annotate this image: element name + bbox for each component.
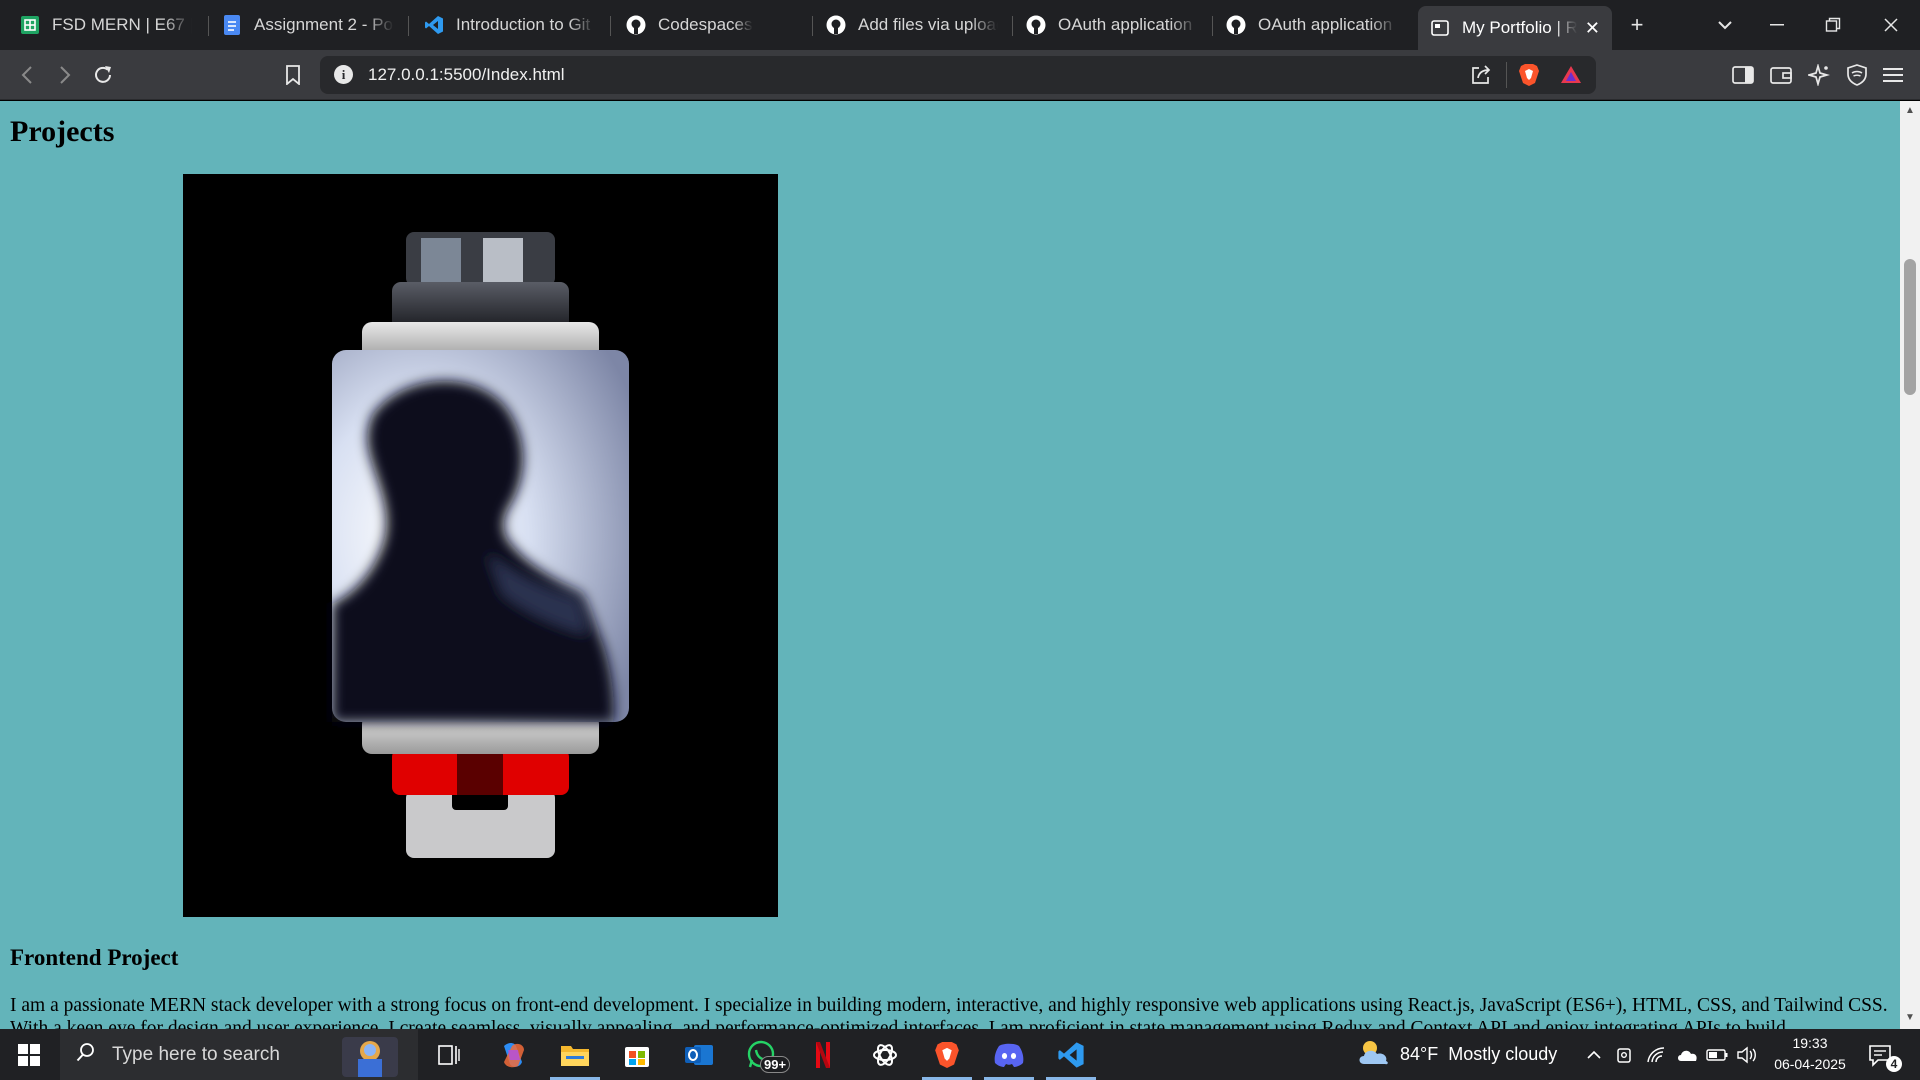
project-artwork [332, 232, 629, 858]
new-tab-button[interactable]: + [1622, 10, 1652, 40]
page-icon [1430, 18, 1450, 38]
tab-fsd-mern[interactable]: FSD MERN | E67 | Ma [8, 6, 204, 44]
leo-ai-icon[interactable] [1804, 60, 1834, 90]
vpn-shield-icon[interactable] [1842, 60, 1872, 90]
wallet-icon[interactable] [1766, 60, 1796, 90]
tab-label: My Portfolio | RA [1462, 18, 1577, 37]
search-highlight-icon[interactable] [338, 1033, 402, 1080]
search-icon [76, 1042, 96, 1067]
tab-label: FSD MERN | E67 | Ma [52, 15, 192, 34]
weather-description: Mostly cloudy [1448, 1044, 1558, 1064]
url-text[interactable]: 127.0.0.1:5500/Index.html [368, 65, 565, 85]
tab-separator [1212, 16, 1213, 36]
close-tab-icon[interactable]: ✕ [1577, 18, 1600, 39]
tab-oauth-2[interactable]: OAuth application au [1214, 6, 1410, 44]
github-icon [826, 15, 846, 35]
tab-git-intro[interactable]: Introduction to Git in [412, 6, 608, 44]
address-bar[interactable]: i 127.0.0.1:5500/Index.html [320, 56, 1596, 94]
chatgpt-icon[interactable] [854, 1029, 916, 1080]
tab-separator [812, 16, 813, 36]
taskbar: Type here to search 99+ 84°F Mostly clou… [0, 1029, 1920, 1080]
tab-strip: FSD MERN | E67 | Ma Assignment 2 - Portf… [0, 0, 1920, 50]
browser-toolbar: i 127.0.0.1:5500/Index.html [0, 50, 1920, 100]
notification-count-badge: 4 [1886, 1056, 1902, 1072]
scroll-down-arrow-icon[interactable]: ▼ [1904, 1012, 1916, 1024]
wifi-icon[interactable] [1646, 1029, 1666, 1080]
tab-label: Assignment 2 - Portfo [254, 15, 394, 34]
tab-separator [408, 16, 409, 36]
search-placeholder[interactable]: Type here to search [112, 1044, 280, 1066]
tab-label: Codespaces [658, 15, 753, 34]
tab-separator [208, 16, 209, 36]
meet-now-icon[interactable] [1616, 1029, 1634, 1080]
reload-button[interactable] [88, 60, 118, 90]
scrollbar-thumb[interactable] [1904, 259, 1916, 395]
weather-widget[interactable]: 84°F Mostly cloudy [1356, 1029, 1557, 1080]
tab-my-portfolio[interactable]: My Portfolio | RA ✕ [1418, 6, 1612, 50]
vertical-scrollbar[interactable]: ▲ ▼ [1900, 101, 1920, 1029]
vscode-icon[interactable] [1040, 1029, 1102, 1080]
close-window-button[interactable] [1876, 10, 1906, 40]
docs-icon [222, 15, 242, 35]
restore-button[interactable] [1818, 10, 1848, 40]
file-explorer-icon[interactable] [544, 1029, 606, 1080]
vscode-icon [424, 15, 444, 35]
tab-separator [610, 16, 611, 36]
tab-label: OAuth application au [1058, 15, 1198, 34]
tab-label: Add files via upload · [858, 15, 998, 34]
brave-rewards-icon[interactable] [1560, 64, 1582, 91]
clock-date: 06-04-2025 [1774, 1056, 1846, 1072]
battery-icon[interactable] [1706, 1029, 1728, 1080]
copilot-icon[interactable] [482, 1029, 544, 1080]
netflix-icon[interactable] [792, 1029, 854, 1080]
tab-add-files[interactable]: Add files via upload · [814, 6, 1010, 44]
tab-label: OAuth application au [1258, 15, 1398, 34]
tab-oauth-1[interactable]: OAuth application au [1014, 6, 1210, 44]
notification-center-icon[interactable]: 4 [1868, 1029, 1902, 1080]
sidebar-toggle-icon[interactable] [1728, 60, 1758, 90]
volume-icon[interactable] [1736, 1029, 1758, 1080]
tab-codespaces[interactable]: Codespaces [614, 6, 810, 44]
windows-icon [18, 1043, 40, 1066]
share-icon[interactable] [1470, 64, 1492, 91]
project-title: Frontend Project [10, 945, 179, 970]
task-view-icon[interactable] [418, 1029, 480, 1080]
tab-separator [1012, 16, 1013, 36]
menu-icon[interactable] [1878, 60, 1908, 90]
microsoft-store-icon[interactable] [606, 1029, 668, 1080]
projects-heading: Projects [10, 115, 115, 148]
tab-label: Introduction to Git in [456, 15, 596, 34]
scroll-up-arrow-icon[interactable]: ▲ [1904, 105, 1916, 117]
taskbar-search[interactable]: Type here to search [60, 1029, 418, 1080]
project-image [183, 174, 778, 917]
clock-time: 19:33 [1792, 1035, 1828, 1051]
tab-search-chevron-icon[interactable] [1710, 10, 1740, 40]
cloudy-weather-icon [1356, 1038, 1392, 1071]
github-icon [626, 15, 646, 35]
whatsapp-icon[interactable]: 99+ [730, 1029, 792, 1080]
whatsapp-badge: 99+ [760, 1056, 791, 1073]
system-clock[interactable]: 19:33 06-04-2025 [1762, 1033, 1858, 1075]
back-button[interactable] [12, 60, 42, 90]
minimize-button[interactable] [1762, 10, 1792, 40]
weather-temperature: 84°F [1400, 1044, 1439, 1064]
github-icon [1226, 15, 1246, 35]
brave-shields-icon[interactable] [1518, 63, 1540, 92]
discord-icon[interactable] [978, 1029, 1040, 1080]
site-info-icon[interactable]: i [334, 65, 353, 84]
onedrive-cloud-icon[interactable] [1676, 1029, 1698, 1080]
show-hidden-icons-chevron-icon[interactable] [1586, 1029, 1602, 1080]
project-description: I am a passionate MERN stack developer w… [10, 995, 1888, 1029]
sheets-icon [20, 15, 40, 35]
start-button[interactable] [0, 1029, 58, 1080]
bookmark-icon[interactable] [278, 60, 308, 90]
forward-button[interactable] [50, 60, 80, 90]
tab-assignment[interactable]: Assignment 2 - Portfo [210, 6, 406, 44]
outlook-icon[interactable] [668, 1029, 730, 1080]
divider [1506, 62, 1507, 88]
brave-browser-icon[interactable] [916, 1029, 978, 1080]
github-icon [1026, 15, 1046, 35]
page-viewport: Projects Frontend Project I am a passion… [0, 101, 1900, 1029]
